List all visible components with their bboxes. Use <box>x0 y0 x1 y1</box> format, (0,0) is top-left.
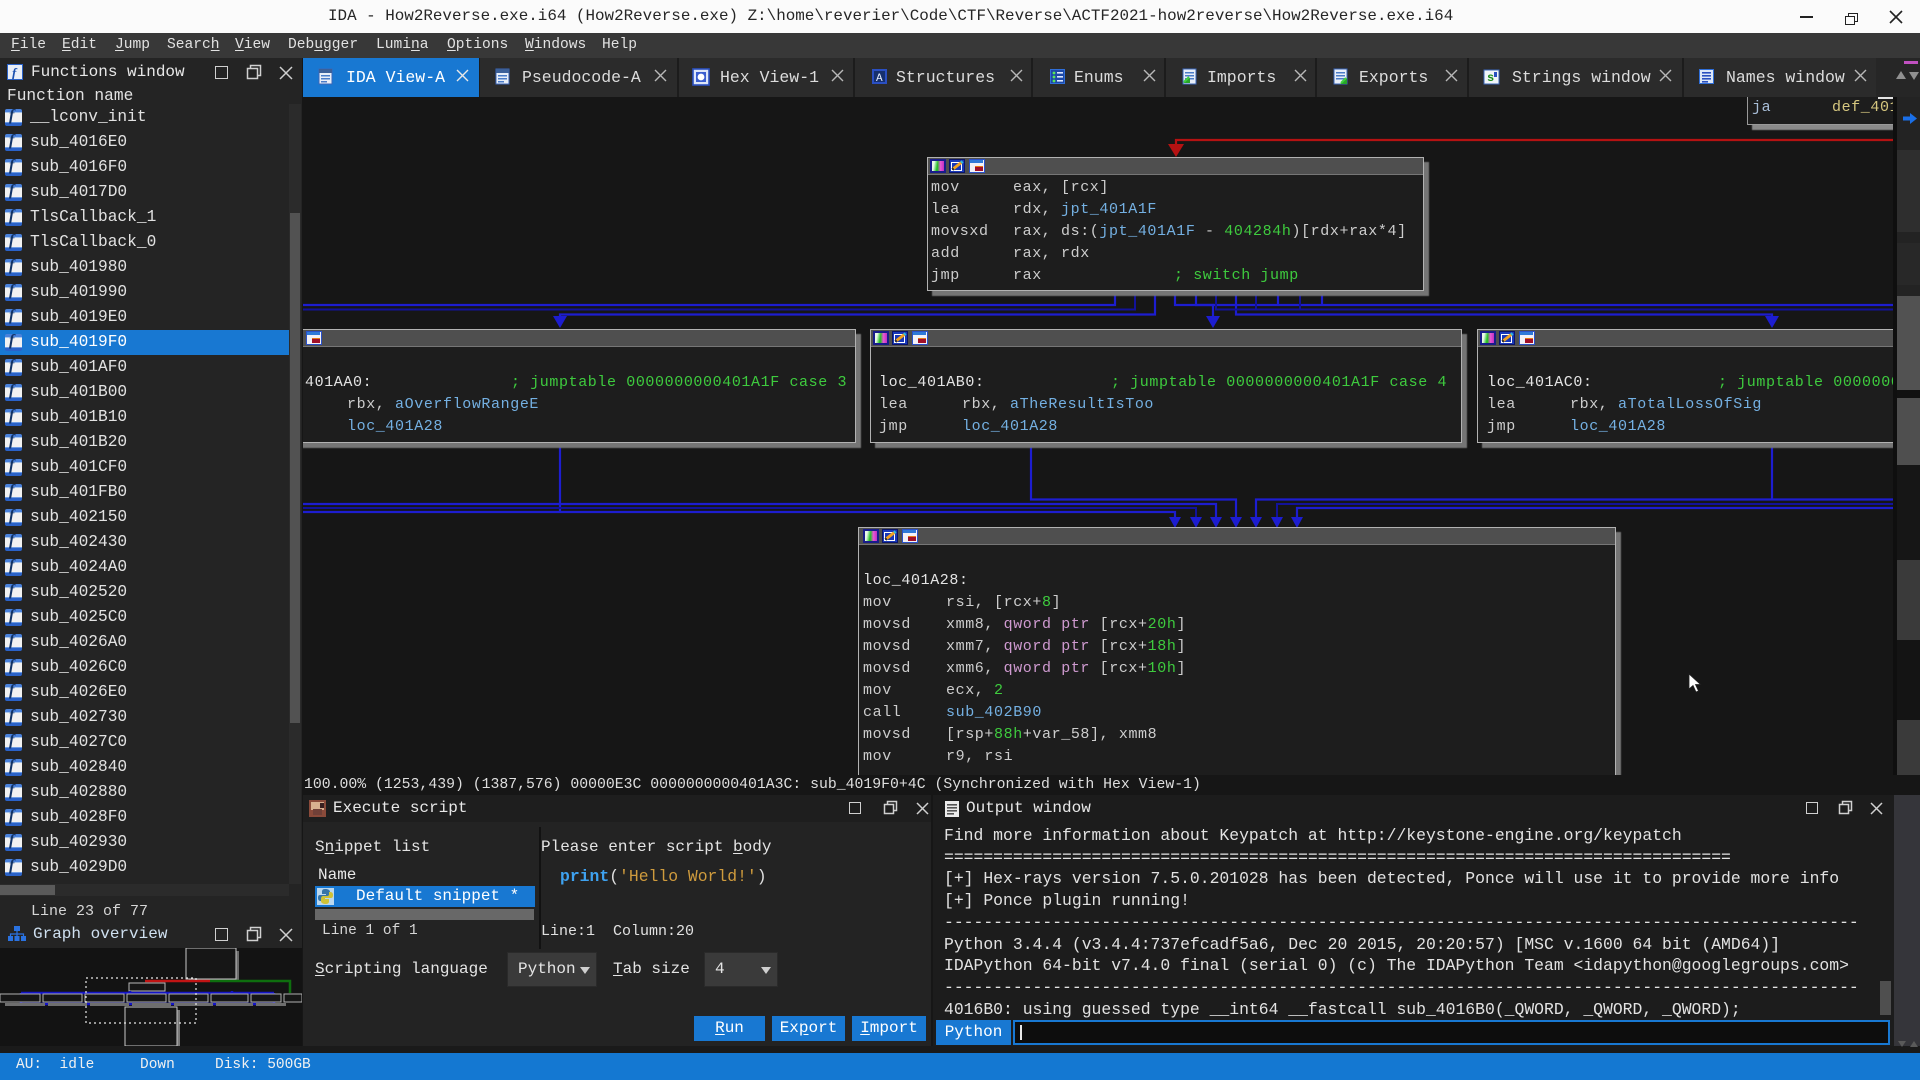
svg-text:s: s <box>1487 71 1494 85</box>
svg-text:A: A <box>876 73 883 85</box>
